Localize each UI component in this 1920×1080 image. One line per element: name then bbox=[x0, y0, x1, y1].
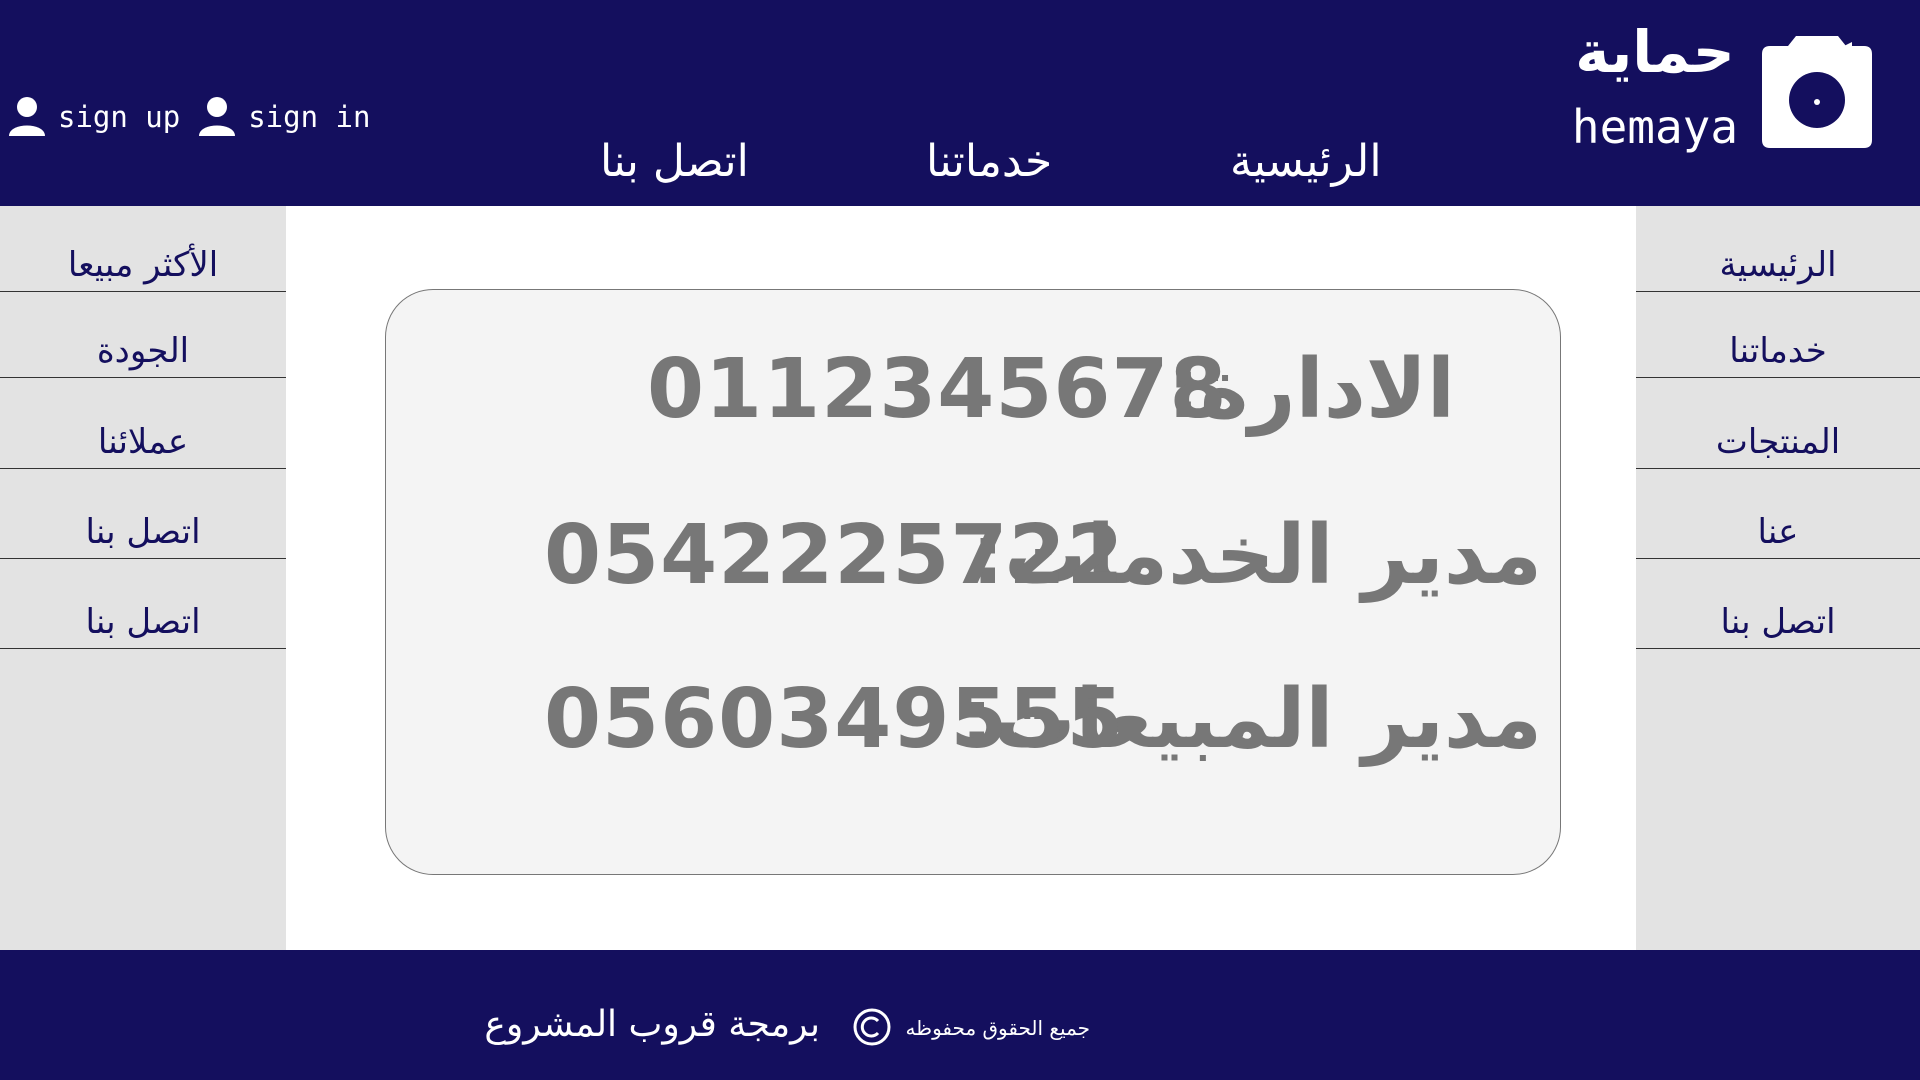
sidebar-item-products[interactable]: المنتجات bbox=[1636, 378, 1920, 469]
sidebar-item-best-selling[interactable]: الأكثر مبيعا bbox=[0, 206, 286, 292]
sales-manager-phone[interactable]: 0560349555 bbox=[544, 672, 1125, 767]
user-icon bbox=[9, 97, 45, 136]
sidebar-item-home[interactable]: الرئيسية bbox=[1636, 206, 1920, 292]
contact-card: الادارة: 0112345678 مدير الخدمات: 054222… bbox=[385, 289, 1561, 875]
user-icon bbox=[199, 97, 236, 136]
nav-services[interactable]: خدماتنا bbox=[926, 136, 1052, 187]
logo-arabic-text: حماية bbox=[1575, 18, 1735, 86]
sign-in-label: sign in bbox=[248, 100, 371, 134]
footer-credit: برمجة قروب المشروع bbox=[484, 1004, 820, 1045]
camera-icon[interactable] bbox=[1760, 36, 1874, 150]
sidebar-item-contact[interactable]: اتصل بنا bbox=[1636, 559, 1920, 649]
copyright-icon bbox=[853, 1008, 891, 1046]
services-manager-phone[interactable]: 0542225722 bbox=[544, 508, 1125, 603]
sidebar-item-clients[interactable]: عملائنا bbox=[0, 378, 286, 469]
sign-in-link[interactable]: sign in bbox=[198, 96, 370, 138]
auth-links: sign up sign in bbox=[8, 96, 388, 138]
sidebar-item-label: الأكثر مبيعا bbox=[67, 245, 219, 285]
sidebar-item-services[interactable]: خدماتنا bbox=[1636, 292, 1920, 378]
sidebar-item-label: اتصل بنا bbox=[1720, 602, 1836, 642]
sidebar-item-label: خدماتنا bbox=[1729, 331, 1827, 371]
right-sidebar: الرئيسية خدماتنا المنتجات عنا اتصل بنا bbox=[1636, 206, 1920, 950]
sidebar-item-label: عنا bbox=[1757, 512, 1799, 552]
header: sign up sign in اتصل بنا خدماتنا الرئيسي… bbox=[0, 0, 1920, 206]
sidebar-item-label: اتصل بنا bbox=[85, 512, 201, 552]
sidebar-item-label: الرئيسية bbox=[1719, 245, 1837, 285]
management-phone[interactable]: 0112345678 bbox=[647, 342, 1228, 437]
sidebar-item-label: المنتجات bbox=[1715, 422, 1841, 462]
left-sidebar: الأكثر مبيعا الجودة عملائنا اتصل بنا اتص… bbox=[0, 206, 286, 950]
nav-home[interactable]: الرئيسية bbox=[1230, 136, 1382, 187]
sidebar-item-about[interactable]: عنا bbox=[1636, 469, 1920, 559]
nav-contact[interactable]: اتصل بنا bbox=[600, 136, 749, 187]
sign-up-label: sign up bbox=[58, 100, 181, 134]
footer: برمجة قروب المشروع جميع الحقوق محفوظه bbox=[0, 950, 1920, 1080]
sidebar-item-contact[interactable]: اتصل بنا bbox=[0, 469, 286, 559]
sidebar-item-label: عملائنا bbox=[97, 422, 189, 462]
sidebar-item-contact-2[interactable]: اتصل بنا bbox=[0, 559, 286, 649]
sidebar-item-quality[interactable]: الجودة bbox=[0, 292, 286, 378]
sidebar-item-label: اتصل بنا bbox=[85, 602, 201, 642]
logo-english-text: hemaya bbox=[1571, 100, 1739, 154]
sidebar-item-label: الجودة bbox=[96, 331, 190, 371]
sign-up-link[interactable]: sign up bbox=[8, 96, 180, 138]
footer-rights: جميع الحقوق محفوظه bbox=[905, 1016, 1090, 1040]
